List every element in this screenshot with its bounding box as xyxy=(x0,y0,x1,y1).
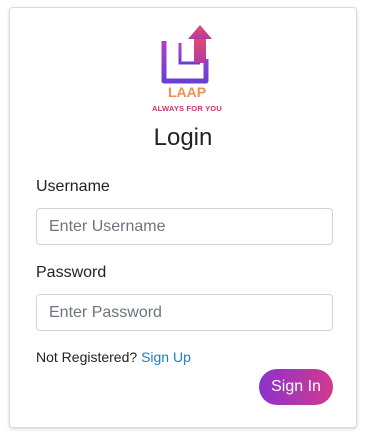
page-title: Login xyxy=(153,124,213,151)
password-label: Password xyxy=(36,264,107,281)
password-input[interactable] xyxy=(36,294,333,331)
signin-button[interactable]: Sign In xyxy=(259,369,333,405)
login-card: LAAP ALWAYS FOR YOU Login Username Passw… xyxy=(9,7,357,428)
not-registered-text: Not Registered? xyxy=(36,349,138,365)
register-prompt: Not Registered? Sign Up xyxy=(36,349,191,365)
username-label: Username xyxy=(36,178,110,195)
username-input[interactable] xyxy=(36,208,333,245)
logo-tagline: ALWAYS FOR YOU xyxy=(152,104,222,113)
upload-arrow-logo-icon xyxy=(161,25,212,84)
laap-logo: LAAP ALWAYS FOR YOU xyxy=(140,23,234,115)
signup-link[interactable]: Sign Up xyxy=(141,349,191,365)
logo-brand-name: LAAP xyxy=(168,84,207,100)
